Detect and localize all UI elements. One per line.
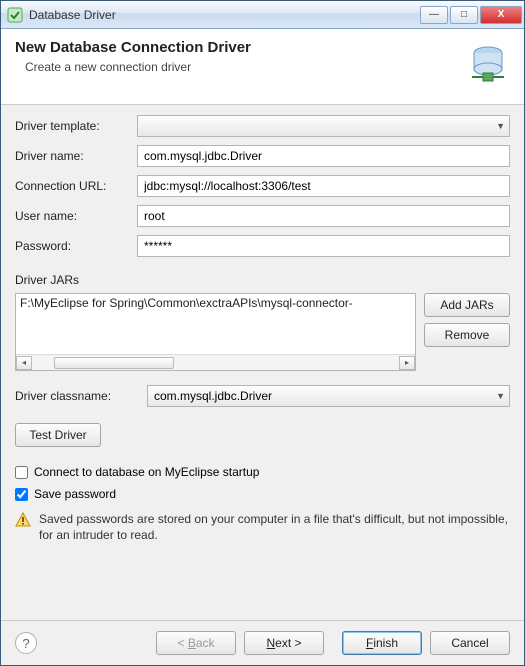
horizontal-scrollbar[interactable]: ◂ ▸ xyxy=(16,354,415,370)
connection-url-input[interactable] xyxy=(137,175,510,197)
user-name-input[interactable] xyxy=(137,205,510,227)
connection-url-label: Connection URL: xyxy=(15,179,131,193)
back-button[interactable]: < Back xyxy=(156,631,236,655)
minimize-button[interactable]: — xyxy=(420,6,448,24)
remove-button[interactable]: Remove xyxy=(424,323,510,347)
scroll-left-icon[interactable]: ◂ xyxy=(16,356,32,370)
window-title: Database Driver xyxy=(29,8,420,22)
save-password-label: Save password xyxy=(34,487,116,501)
finish-button[interactable]: Finish xyxy=(342,631,422,655)
driver-jars-list[interactable]: F:\MyEclipse for Spring\Common\exctraAPI… xyxy=(15,293,416,371)
titlebar: Database Driver — □ X xyxy=(1,1,524,29)
driver-classname-label: Driver classname: xyxy=(15,389,141,403)
driver-jars-label: Driver JARs xyxy=(15,273,510,287)
database-icon xyxy=(466,43,510,90)
test-driver-button[interactable]: Test Driver xyxy=(15,423,101,447)
window-controls: — □ X xyxy=(420,6,522,24)
button-bar: ? < Back Next > Finish Cancel xyxy=(1,620,524,665)
form-body: Driver template: ▼ Driver name: Connecti… xyxy=(1,105,524,620)
driver-classname-value: com.mysql.jdbc.Driver xyxy=(154,389,272,403)
chevron-down-icon: ▼ xyxy=(496,121,505,131)
scroll-thumb[interactable] xyxy=(54,357,174,369)
next-button[interactable]: Next > xyxy=(244,631,324,655)
scroll-right-icon[interactable]: ▸ xyxy=(399,356,415,370)
user-name-label: User name: xyxy=(15,209,131,223)
app-icon xyxy=(7,7,23,23)
driver-name-input[interactable] xyxy=(137,145,510,167)
page-subtitle: Create a new connection driver xyxy=(15,60,456,74)
driver-template-combo[interactable]: ▼ xyxy=(137,115,510,137)
password-input[interactable] xyxy=(137,235,510,257)
cancel-button[interactable]: Cancel xyxy=(430,631,510,655)
driver-name-label: Driver name: xyxy=(15,149,131,163)
help-button[interactable]: ? xyxy=(15,632,37,654)
maximize-button[interactable]: □ xyxy=(450,6,478,24)
warning-text: Saved passwords are stored on your compu… xyxy=(39,511,510,543)
chevron-down-icon: ▼ xyxy=(496,391,505,401)
save-password-checkbox[interactable] xyxy=(15,488,28,501)
connect-startup-checkbox[interactable] xyxy=(15,466,28,479)
list-item[interactable]: F:\MyEclipse for Spring\Common\exctraAPI… xyxy=(20,296,411,310)
page-title: New Database Connection Driver xyxy=(15,39,456,56)
password-label: Password: xyxy=(15,239,131,253)
add-jars-button[interactable]: Add JARs xyxy=(424,293,510,317)
driver-template-label: Driver template: xyxy=(15,119,131,133)
warning-icon xyxy=(15,512,31,532)
wizard-banner: New Database Connection Driver Create a … xyxy=(1,29,524,105)
driver-classname-combo[interactable]: com.mysql.jdbc.Driver ▼ xyxy=(147,385,510,407)
close-button[interactable]: X xyxy=(480,6,522,24)
dialog-window: Database Driver — □ X New Database Conne… xyxy=(0,0,525,666)
connect-startup-label: Connect to database on MyEclipse startup xyxy=(34,465,259,479)
